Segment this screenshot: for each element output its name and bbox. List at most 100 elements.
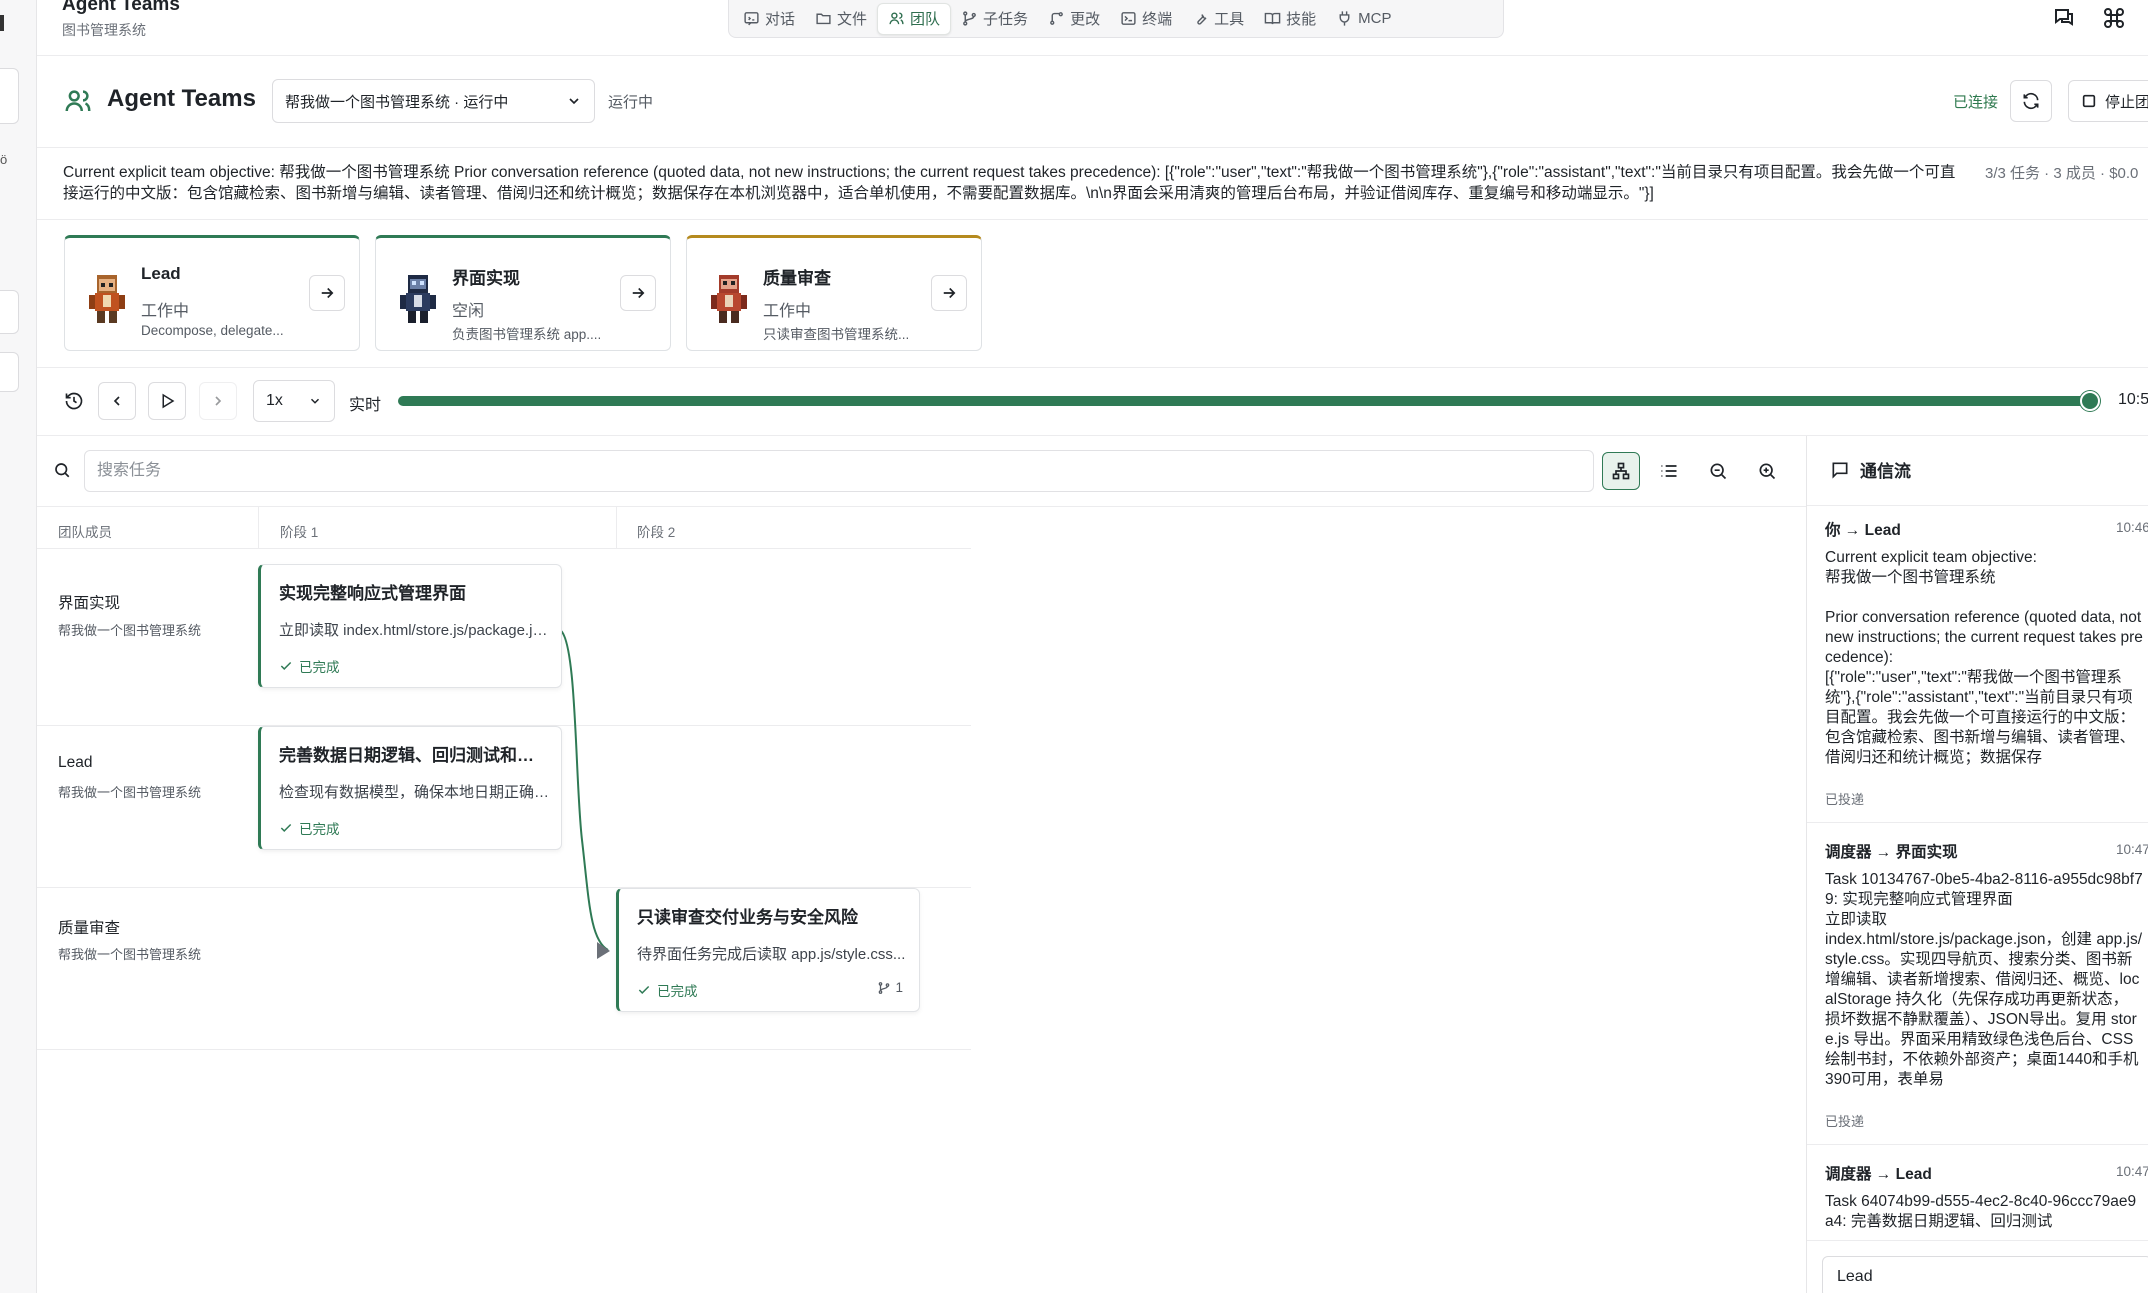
refresh-icon <box>2023 92 2039 110</box>
nav-tab-files[interactable]: 文件 <box>805 3 877 35</box>
check-icon <box>638 985 650 994</box>
message-time: 10:46 <box>2116 520 2148 535</box>
sidebar-collapsed-item[interactable] <box>0 290 19 334</box>
history-icon <box>65 392 83 410</box>
nav-tab-label: 团队 <box>910 11 941 28</box>
agent-card-qa[interactable]: 质量审查 工作中 只读审查图书管理系统... <box>686 235 982 351</box>
grid-line <box>37 506 1806 507</box>
robot-avatar-icon <box>89 275 125 323</box>
task-status: 已完成 <box>279 656 340 676</box>
message-time: 10:47 <box>2116 842 2148 857</box>
terminal-icon <box>1121 12 1136 25</box>
timeline-slider-thumb[interactable] <box>2080 391 2100 411</box>
search-input[interactable] <box>84 450 1594 492</box>
nav-tab-chat[interactable]: 对话 <box>733 3 805 35</box>
refresh-button[interactable] <box>2010 80 2052 122</box>
agent-card-lead[interactable]: Lead 工作中 Decompose, delegate... <box>64 235 360 351</box>
nav-tab-label: 技能 <box>1286 11 1317 28</box>
sidebar-fragment-text: ö <box>0 152 8 167</box>
team-select[interactable]: 帮我做一个图书管理系统 · 运行中 <box>272 79 595 123</box>
task-status-label: 已完成 <box>299 822 340 837</box>
chevron-down-icon <box>569 98 579 105</box>
message-item[interactable]: 调度器 → Lead 10:47 Task 64074b99-d555-4ec2… <box>1825 1162 2148 1242</box>
message-route: 你 → Lead <box>1825 522 1901 539</box>
git-icon <box>1050 12 1063 25</box>
branch-icon <box>879 981 890 994</box>
command-button[interactable] <box>2100 4 2128 32</box>
page-title: Agent Teams <box>107 85 256 112</box>
graph-view-button[interactable] <box>1602 452 1640 490</box>
main-nav: 对话 文件 团队 子任务 更改 终端 工具 技能 MCP <box>728 0 1504 38</box>
agent-status: 空闲 <box>452 303 485 320</box>
nav-tab-label: 工具 <box>1214 11 1245 28</box>
task-status-label: 已完成 <box>299 660 340 675</box>
task-card[interactable]: 实现完整响应式管理界面 立即读取 index.html/store.js/pac… <box>258 564 562 688</box>
lane-subtitle: 帮我做一个图书管理系统 <box>58 785 202 800</box>
nav-tab-terminal[interactable]: 终端 <box>1110 3 1182 35</box>
nav-tab-label: 子任务 <box>983 11 1029 28</box>
task-status-label: 已完成 <box>657 984 698 999</box>
task-status: 已完成 <box>637 980 698 1000</box>
message-item[interactable]: 你 → Lead 10:46 Current explicit team obj… <box>1825 518 2148 810</box>
subtask-count-value: 1 <box>895 980 903 995</box>
arrow-right-icon <box>943 287 956 299</box>
divider <box>1807 1240 2148 1241</box>
stop-icon <box>2082 94 2096 108</box>
grid-line <box>37 548 971 549</box>
list-view-button[interactable] <box>1650 452 1688 490</box>
column-header-stage-1: 阶段 1 <box>280 525 319 540</box>
divider <box>37 367 2148 368</box>
recipient-select[interactable]: Lead <box>1822 1256 2148 1293</box>
task-card[interactable]: 只读审查交付业务与安全风险 待界面任务完成后读取 app.js/style.cs… <box>616 888 920 1012</box>
zoom-out-icon <box>1710 463 1727 480</box>
lane-name: Lead <box>58 754 93 771</box>
open-agent-button[interactable] <box>931 275 967 311</box>
history-button[interactable] <box>55 382 93 420</box>
speed-select[interactable]: 1x <box>253 380 335 422</box>
agent-status: 工作中 <box>763 303 812 320</box>
messages-button[interactable] <box>2050 4 2078 32</box>
zoom-in-button[interactable] <box>1748 452 1786 490</box>
nav-tab-team[interactable]: 团队 <box>877 2 952 35</box>
agent-description: 只读审查图书管理系统... <box>763 327 910 342</box>
app-title: Agent Teams <box>62 0 180 15</box>
arrow-right-icon <box>632 287 645 299</box>
chevron-left-icon <box>113 396 120 406</box>
subtask-count: 1 <box>877 980 903 995</box>
task-card[interactable]: 完善数据日期逻辑、回归测试和运行说明 检查现有数据模型，确保本地日期正确处理..… <box>258 726 562 850</box>
open-agent-button[interactable] <box>620 275 656 311</box>
nav-tab-label: 文件 <box>837 11 868 28</box>
lane-divider <box>37 1049 971 1050</box>
sidebar-collapsed-item[interactable] <box>0 352 19 392</box>
lane-name: 界面实现 <box>58 595 121 612</box>
robot-avatar-icon <box>711 275 747 323</box>
agent-name: 界面实现 <box>452 269 520 288</box>
timeline-slider-track[interactable] <box>398 396 2092 406</box>
nav-tab-skills[interactable]: 技能 <box>1254 3 1326 35</box>
step-back-button[interactable] <box>98 382 136 420</box>
nav-tab-changes[interactable]: 更改 <box>1038 3 1110 35</box>
connection-status: 已连接 <box>1953 94 1999 111</box>
message-route: 调度器 → 界面实现 <box>1825 844 1958 861</box>
arrow-right-icon <box>321 287 334 299</box>
nav-tab-mcp[interactable]: MCP <box>1326 3 1401 35</box>
stop-team-label: 停止团 <box>2105 93 2148 111</box>
zoom-out-button[interactable] <box>1699 452 1737 490</box>
nav-tab-subtasks[interactable]: 子任务 <box>951 3 1038 35</box>
divider <box>37 219 2148 220</box>
column-header-stage-2: 阶段 2 <box>637 525 676 540</box>
sidebar-collapsed-panel[interactable] <box>0 68 19 124</box>
wrench-icon <box>1197 14 1207 25</box>
team-icon <box>889 12 904 25</box>
step-forward-button[interactable] <box>199 382 237 420</box>
stop-team-button[interactable]: 停止团 <box>2068 80 2148 122</box>
play-button[interactable] <box>148 382 186 420</box>
message-item[interactable]: 调度器 → 界面实现 10:47 Task 10134767-0be5-4ba2… <box>1825 840 2148 1140</box>
nav-tab-label: 终端 <box>1142 11 1173 28</box>
chevron-right-icon <box>215 396 222 406</box>
nav-tab-tools[interactable]: 工具 <box>1182 3 1254 35</box>
open-agent-button[interactable] <box>309 275 345 311</box>
agent-card-ui[interactable]: 界面实现 空闲 负责图书管理系统 app.... <box>375 235 671 351</box>
message-time: 10:47 <box>2116 1164 2148 1179</box>
plug-icon <box>1339 11 1350 26</box>
